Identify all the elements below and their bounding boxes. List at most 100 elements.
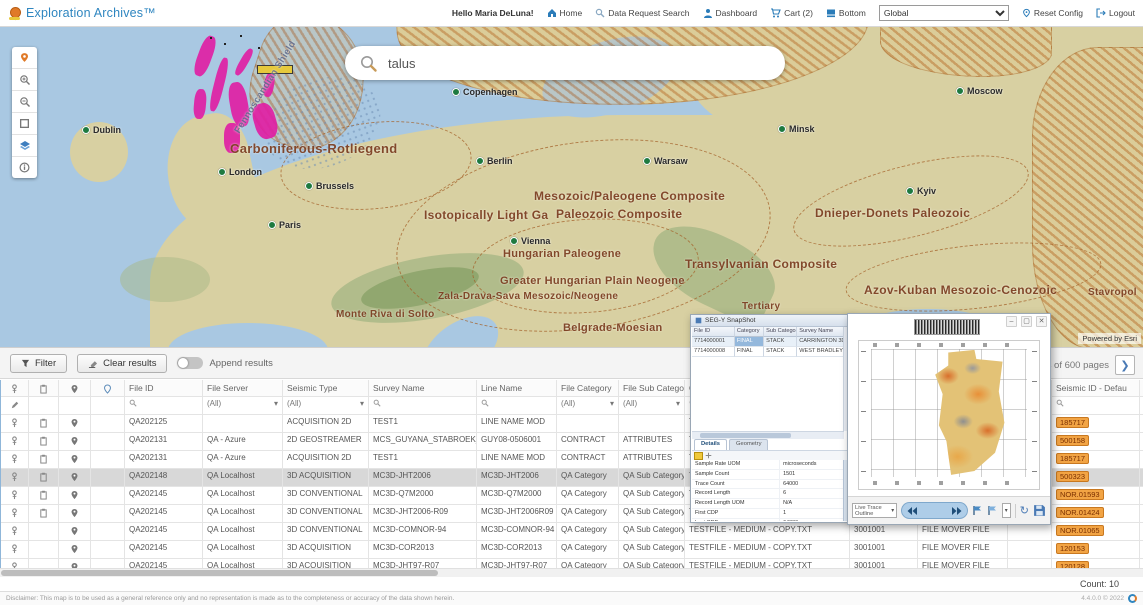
pin-icon[interactable] (10, 508, 19, 520)
map-city-marker[interactable]: Warsaw (643, 156, 688, 166)
basemap-plot[interactable] (858, 340, 1040, 490)
table-cell[interactable] (91, 523, 125, 540)
column-header-line-name[interactable]: Line Name (477, 380, 557, 396)
clipboard-icon[interactable] (39, 472, 48, 484)
map-city-marker[interactable]: Copenhagen (452, 87, 518, 97)
map-area[interactable]: Fennoscandian ShieldCarboniferous-Rotlie… (0, 27, 1143, 347)
pencil-icon[interactable] (11, 401, 19, 411)
pin-icon[interactable] (10, 454, 19, 466)
scrollbar-thumb[interactable] (1, 570, 438, 576)
table-cell[interactable] (91, 505, 125, 522)
extent-box-button[interactable] (12, 113, 37, 135)
header-pin-cell[interactable] (1, 380, 29, 396)
toggle-track[interactable] (177, 357, 203, 369)
table-cell[interactable] (91, 451, 125, 468)
table-cell[interactable] (59, 487, 91, 504)
pin-icon[interactable] (10, 418, 19, 430)
seismic-viewer-window[interactable]: – ▢ ✕ Live Trace Outline▾ (847, 313, 1051, 525)
maximize-button[interactable]: ▢ (1021, 316, 1032, 327)
column-filter-dropdown[interactable]: (All)▾ (623, 399, 680, 408)
map-city-marker[interactable]: Berlin (476, 156, 513, 166)
map-marker-filled-icon[interactable] (70, 454, 79, 466)
column-filter-dropdown[interactable]: (All)▾ (561, 399, 614, 408)
table-cell[interactable] (59, 505, 91, 522)
region-select[interactable]: Global (879, 5, 1009, 21)
options-dropdown[interactable]: ▾ (1002, 503, 1011, 518)
add-icon[interactable] (705, 452, 712, 459)
zoom-out-button[interactable] (12, 91, 37, 113)
table-cell[interactable] (1, 523, 29, 540)
table-cell[interactable] (1, 433, 29, 450)
table-cell[interactable] (1, 541, 29, 558)
table-cell[interactable] (59, 523, 91, 540)
header-map-marker-filled-cell[interactable] (59, 380, 91, 396)
table-cell[interactable] (29, 415, 59, 432)
refresh-button[interactable]: ↻ (1020, 504, 1029, 518)
flag-previous-button[interactable] (972, 505, 983, 516)
logout-button[interactable]: Logout (1096, 8, 1135, 18)
filter-cell[interactable]: (All)▾ (203, 397, 283, 414)
column-search-icon[interactable] (373, 400, 381, 409)
tab-geometry[interactable]: Geometry (729, 439, 768, 450)
table-cell[interactable] (59, 541, 91, 558)
search-input[interactable]: talus (388, 56, 415, 71)
info-button[interactable] (12, 157, 37, 178)
clipboard-icon[interactable] (39, 418, 48, 430)
column-header-file-sub-category[interactable]: File Sub Category (619, 380, 685, 396)
clipboard-icon[interactable] (39, 490, 48, 502)
tab-details[interactable]: Details (694, 439, 727, 450)
filter-cell[interactable] (1052, 397, 1140, 414)
table-cell[interactable] (29, 487, 59, 504)
column-header-survey-name[interactable]: Survey Name (369, 380, 477, 396)
filter-cell[interactable] (1, 397, 29, 414)
table-cell[interactable] (29, 469, 59, 486)
snapshot-row[interactable]: 7714000001FINALSTACKCARRINGTON 3D (692, 337, 844, 347)
snapshot-row[interactable]: 7714000008FINALSTACKWEST BRADLEY 3D (692, 347, 844, 357)
map-city-marker[interactable]: Brussels (305, 181, 354, 191)
table-cell[interactable] (1, 487, 29, 504)
table-cell[interactable] (91, 433, 125, 450)
column-search-icon[interactable] (481, 400, 489, 409)
column-filter-dropdown[interactable]: (All)▾ (207, 399, 278, 408)
clipboard-icon[interactable] (39, 508, 48, 520)
filter-cell[interactable]: (All)▾ (283, 397, 369, 414)
table-cell[interactable] (1, 451, 29, 468)
pin-icon[interactable] (10, 544, 19, 556)
next-page-button[interactable]: ❯ (1115, 355, 1135, 375)
default-extent-button[interactable] (12, 47, 37, 69)
nav-home[interactable]: Home (547, 8, 583, 18)
filter-cell[interactable] (477, 397, 557, 414)
nav-bottom[interactable]: Bottom (826, 8, 866, 18)
map-city-marker[interactable]: Dublin (82, 125, 121, 135)
column-header-seismic-type[interactable]: Seismic Type (283, 380, 369, 396)
minimize-button[interactable]: – (1006, 316, 1017, 327)
table-cell[interactable] (1, 505, 29, 522)
close-button[interactable]: ✕ (1036, 316, 1047, 327)
nav-dashboard[interactable]: Dashboard (703, 8, 758, 18)
table-cell[interactable] (29, 433, 59, 450)
snapshot-column-header[interactable]: Category (735, 327, 764, 337)
skip-forward-button[interactable] (951, 506, 963, 516)
table-cell[interactable] (59, 451, 91, 468)
map-city-marker[interactable]: Paris (268, 220, 301, 230)
table-cell[interactable] (29, 451, 59, 468)
table-row[interactable]: QA202145QA Localhost3D CONVENTIONALMC3D-… (1, 523, 1143, 541)
map-marker-filled-icon[interactable] (70, 508, 79, 520)
table-cell[interactable] (59, 415, 91, 432)
table-cell[interactable] (29, 541, 59, 558)
filter-cell[interactable]: (All)▾ (557, 397, 619, 414)
map-city-marker[interactable]: Kyiv (906, 186, 936, 196)
column-header-file-server[interactable]: File Server (203, 380, 283, 396)
map-marker-filled-icon[interactable] (70, 526, 79, 538)
table-cell[interactable] (91, 487, 125, 504)
table-cell[interactable] (91, 469, 125, 486)
clipboard-icon[interactable] (39, 454, 48, 466)
zoom-in-button[interactable] (12, 69, 37, 91)
table-cell[interactable] (1, 469, 29, 486)
snapshot-column-header[interactable]: Survey Name (797, 327, 844, 337)
map-city-marker[interactable]: Vienna (510, 236, 550, 246)
segy-snapshot-window[interactable]: SEG-Y SnapShot File IDCategorySub Catego… (690, 314, 851, 523)
filter-cell[interactable]: (All)▾ (619, 397, 685, 414)
header-clipboard-cell[interactable] (29, 380, 59, 396)
save-button[interactable] (1033, 504, 1046, 517)
